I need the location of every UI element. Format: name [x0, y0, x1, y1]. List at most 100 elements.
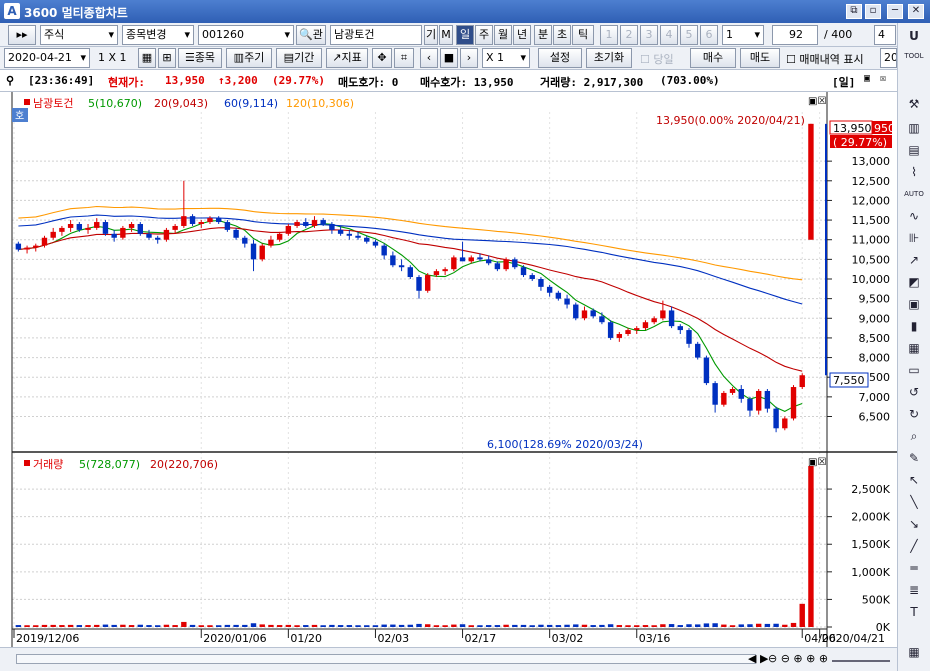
scroll-left-button[interactable]: ‹ — [420, 48, 438, 68]
candle-body — [181, 216, 187, 226]
candle — [529, 273, 535, 281]
preset-5-button[interactable]: 5 — [680, 25, 698, 45]
period-month-tab[interactable]: 월 — [494, 25, 512, 45]
candle-body — [303, 222, 309, 226]
period-minute-tab[interactable]: 분 — [534, 25, 552, 45]
trade-history-checkbox[interactable]: ☐ 매매내역 표시 — [786, 51, 864, 67]
scroll-page-controls[interactable]: ◀ ▶ — [748, 652, 768, 665]
ray-tool-icon[interactable]: ↘ — [904, 515, 924, 533]
period-year-tab[interactable]: 년 — [513, 25, 531, 45]
count-stepper[interactable]: 92 — [772, 25, 818, 45]
area-icon[interactable]: ◩ — [904, 273, 924, 291]
brush-icon[interactable]: ✎ — [904, 449, 924, 467]
preset-6-button[interactable]: 6 — [700, 25, 718, 45]
candle-body — [477, 257, 483, 260]
stock-code-input[interactable]: 001260 ▾ — [198, 25, 294, 45]
period-week-tab[interactable]: 주 — [475, 25, 493, 45]
extra-count-field[interactable]: 4 — [874, 25, 896, 45]
volume-bar — [442, 625, 448, 627]
date-picker[interactable]: 2020-04-21 ▾ — [4, 48, 90, 68]
range-button[interactable]: ▤기간 — [276, 48, 322, 68]
magnify-icon[interactable]: ⌕ — [904, 427, 924, 445]
date-tick-label: 2019/12/06 — [16, 632, 79, 645]
candle-body — [285, 225, 292, 234]
chart-area[interactable]: 6,500 7,000 7,500 8,000 8,500 9,000 9,500 10,00… — [0, 92, 897, 659]
nav-arrows-icon[interactable]: ▸▸ — [8, 25, 36, 45]
candle — [590, 308, 596, 319]
tool-icon[interactable]: TOOL — [904, 47, 924, 65]
diagonal-tool-icon[interactable]: ╱ — [904, 537, 924, 555]
pin-icon[interactable]: ▫ — [865, 4, 881, 19]
candle-body — [355, 235, 361, 238]
move-icon[interactable]: ✥ — [372, 48, 392, 68]
scroll-right-button[interactable]: › — [460, 48, 478, 68]
u-icon[interactable]: U — [904, 27, 924, 45]
wrench-icon[interactable]: ⚒ — [904, 95, 924, 113]
buy-button[interactable]: 매수 — [690, 48, 736, 68]
stop-button[interactable]: ■ — [440, 48, 458, 68]
pattern-icon[interactable]: ⌇ — [904, 163, 924, 181]
preset-1-button[interactable]: 1 — [600, 25, 618, 45]
auto-icon[interactable]: AUTO — [904, 185, 924, 203]
gi-button[interactable]: 기 — [424, 25, 438, 45]
column-icon[interactable]: ▮ — [904, 317, 924, 335]
panel-toggle-icon[interactable]: ▦ — [904, 643, 924, 661]
period-day-tab[interactable]: 일 — [456, 25, 474, 45]
zoom-controls[interactable]: ⊖ ⊖ ⊕ ⊕ ⊕ — [768, 652, 828, 665]
chart-svg[interactable]: 6,5007,0007,5008,0008,5009,0009,50010,00… — [0, 92, 897, 647]
minimize-icon[interactable]: ─ — [887, 4, 903, 19]
restore-icon[interactable]: ⧉ — [846, 4, 862, 19]
fibonacci-icon[interactable]: ≣ — [904, 581, 924, 599]
horizontal-scrollbar[interactable] — [16, 654, 756, 664]
zoom-select[interactable]: X 1 ▾ — [482, 48, 530, 68]
chart-box-icon[interactable]: ▣ — [904, 295, 924, 313]
stock-search-button[interactable]: 🔍관 — [296, 25, 326, 45]
stock-button[interactable]: ☰종목 — [178, 48, 222, 68]
candle — [24, 245, 30, 254]
volume-panel-restore-icon[interactable]: ▣☒ — [808, 457, 826, 468]
period-second-tab[interactable]: 초 — [553, 25, 571, 45]
undo-icon[interactable]: ↺ — [904, 383, 924, 401]
today-checkbox[interactable]: ☐ 당일 — [640, 51, 674, 67]
preset-4-button[interactable]: 4 — [660, 25, 678, 45]
zoom-slider[interactable] — [832, 660, 890, 662]
trend-icon[interactable]: ↗ — [904, 251, 924, 269]
text-tool-icon[interactable]: T — [904, 603, 924, 621]
m-button[interactable]: M — [439, 25, 453, 45]
settings-button[interactable]: 설정 — [538, 48, 582, 68]
redo-icon[interactable]: ↻ — [904, 405, 924, 423]
crosshair-icon[interactable]: ⌗ — [394, 48, 414, 68]
preset-select[interactable]: 1 ▾ — [722, 25, 764, 45]
panel-restore-icon[interactable]: ▣ — [864, 73, 870, 84]
market-select[interactable]: 주식 ▾ — [40, 25, 118, 45]
cursor-icon[interactable]: ↖ — [904, 471, 924, 489]
bar-chart-icon[interactable]: ▥ — [904, 119, 924, 137]
pin-icon[interactable]: ⚲ — [6, 74, 14, 87]
volume-bar — [390, 624, 396, 627]
close-icon[interactable]: ✕ — [908, 4, 924, 19]
ruler-icon[interactable]: ▦ — [904, 339, 924, 357]
wave-icon[interactable]: ∿ — [904, 207, 924, 225]
stock-change-select[interactable]: 종목변경 ▾ — [122, 25, 194, 45]
candle-body — [799, 375, 805, 388]
preset-3-button[interactable]: 3 — [640, 25, 658, 45]
preset-2-button[interactable]: 2 — [620, 25, 638, 45]
volume-bar — [494, 625, 501, 627]
extra-field[interactable]: 20 — [880, 48, 897, 68]
indicator-button[interactable]: ↗지표 — [326, 48, 368, 68]
period-tick-tab[interactable]: 틱 — [572, 25, 594, 45]
horizontal-tool-icon[interactable]: ═ — [904, 559, 924, 577]
sell-button[interactable]: 매도 — [740, 48, 780, 68]
reset-button[interactable]: 초기화 — [586, 48, 632, 68]
split-icon[interactable]: ⊞ — [158, 48, 176, 68]
period-button[interactable]: ▥주기 — [226, 48, 272, 68]
line-tool-icon[interactable]: ╲ — [904, 493, 924, 511]
candle-icon[interactable]: ⊪ — [904, 229, 924, 247]
panel-close-icon[interactable]: ☒ — [880, 73, 886, 84]
volume-bar — [773, 623, 779, 627]
window-icon[interactable]: ▭ — [904, 361, 924, 379]
candle — [137, 222, 143, 236]
price-panel-restore-icon[interactable]: ▣☒ — [808, 96, 826, 107]
document-icon[interactable]: ▤ — [904, 141, 924, 159]
grid-icon[interactable]: ▦ — [138, 48, 156, 68]
